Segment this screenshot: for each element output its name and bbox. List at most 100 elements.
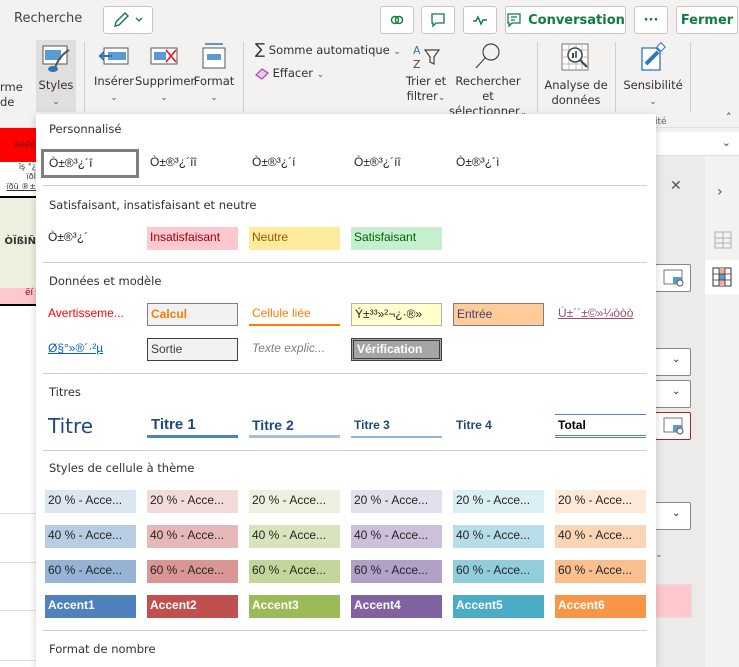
pivot-icon[interactable] xyxy=(713,230,735,252)
style-followed-hyperlink[interactable]: Ú±´´±©»¼òòò xyxy=(555,303,646,326)
style-60-accent3[interactable]: 60 % - Acce... xyxy=(249,560,340,583)
style-output[interactable]: Sortie xyxy=(147,338,238,361)
style-40-accent5[interactable]: 40 % - Acce... xyxy=(453,525,544,548)
style-label: Ò±®³¿´í xyxy=(252,155,296,169)
pane-table-button-selected[interactable] xyxy=(655,412,691,440)
style-accent1[interactable]: Accent1 xyxy=(45,595,136,618)
grid-line xyxy=(0,610,36,611)
pane-dropdown-1[interactable]: ⌄ xyxy=(655,348,691,376)
style-60-accent1[interactable]: 60 % - Acce... xyxy=(45,560,136,583)
activity-button[interactable] xyxy=(463,6,497,34)
style-label: Titre 2 xyxy=(252,417,294,433)
cell-green[interactable]: ÒÏßÌÑ xyxy=(0,198,36,288)
style-input[interactable]: Entrée xyxy=(453,303,544,326)
style-20-accent3[interactable]: 20 % - Acce... xyxy=(249,490,340,513)
style-bad[interactable]: Insatisfaisant xyxy=(147,227,238,250)
style-explanatory[interactable]: Texte explic... xyxy=(249,338,340,361)
style-linked-cell[interactable]: Cellule liée xyxy=(249,303,340,326)
pane-dropdown-2[interactable]: ⌄ xyxy=(655,380,691,408)
style-40-accent3[interactable]: 40 % - Acce... xyxy=(249,525,340,548)
style-heading-4[interactable]: Titre 4 xyxy=(453,414,544,438)
close-button[interactable]: Fermer xyxy=(676,6,738,34)
style-60-accent2[interactable]: 60 % - Acce... xyxy=(147,560,238,583)
chevron-down-icon: ⌄ xyxy=(210,93,218,103)
style-accent3[interactable]: Accent3 xyxy=(249,595,340,618)
conversation-button[interactable]: Conversation xyxy=(505,6,626,34)
format-as-table-partial[interactable]: rme de xyxy=(0,80,36,110)
cell-small-text[interactable]: ïş °¿ ïðÍ ïðü ®± xyxy=(0,162,36,198)
section-title-custom: Personnalisé xyxy=(49,122,122,136)
style-hyperlink[interactable]: Ø§°»®´·²µ xyxy=(45,338,136,361)
sensitivity-label: Sensibilité xyxy=(623,78,683,92)
style-60-accent5[interactable]: 60 % - Acce... xyxy=(453,560,544,583)
chevron-right-icon[interactable]: › xyxy=(717,184,723,200)
style-label: Texte explic... xyxy=(252,341,325,355)
style-title[interactable]: Titre xyxy=(45,412,136,440)
style-check-cell[interactable]: Vérification xyxy=(351,338,442,361)
style-neutral[interactable]: Neutre xyxy=(249,227,340,250)
cell-text: ïðÍ xyxy=(26,172,36,181)
pane-dropdown-3[interactable]: ⌄ xyxy=(655,502,691,530)
style-60-accent6[interactable]: 60 % - Acce... xyxy=(555,560,646,583)
style-40-accent2[interactable]: 40 % - Acce... xyxy=(147,525,238,548)
style-accent4[interactable]: Accent4 xyxy=(351,595,442,618)
format-as-table-label: rme de xyxy=(0,80,23,109)
style-heading-1[interactable]: Titre 1 xyxy=(147,414,238,438)
style-note[interactable]: Ý±³³»²¬¿·®» xyxy=(351,303,442,326)
find-select-button[interactable]: Rechercher et sélectionner⌄ xyxy=(449,42,527,121)
style-custom-2[interactable]: Ò±®³¿´îî xyxy=(147,152,238,175)
style-40-accent6[interactable]: 40 % - Acce... xyxy=(555,525,646,548)
style-custom-4[interactable]: Ò±®³¿´íî xyxy=(351,152,442,175)
style-warning[interactable]: Avertisseme... xyxy=(45,303,136,326)
style-accent2[interactable]: Accent2 xyxy=(147,595,238,618)
pane-table-button[interactable] xyxy=(655,264,691,292)
conditional-format-tab[interactable] xyxy=(705,260,739,294)
cell-styles-button[interactable]: Styles ⌄ xyxy=(36,42,76,110)
style-60-accent4[interactable]: 60 % - Acce... xyxy=(351,560,442,583)
style-20-accent6[interactable]: 20 % - Acce... xyxy=(555,490,646,513)
style-custom-1[interactable]: Ò±®³¿´î xyxy=(41,149,139,178)
style-label: Cellule liée xyxy=(252,306,311,320)
style-total[interactable]: Total xyxy=(555,414,646,438)
expand-formula-bar-icon[interactable]: ⌄ xyxy=(722,136,731,149)
style-20-accent2[interactable]: 20 % - Acce... xyxy=(147,490,238,513)
clear-button[interactable]: Effacer ⌄ xyxy=(255,66,324,83)
pane-color-preview[interactable] xyxy=(655,584,692,618)
style-calculation[interactable]: Calcul xyxy=(147,303,238,326)
cell-text: ÒÏßÌÑ xyxy=(4,236,36,247)
share-link-button[interactable] xyxy=(380,6,414,34)
style-accent6[interactable]: Accent6 xyxy=(555,595,646,618)
analyze-label-line1: Analyse de xyxy=(544,78,608,92)
svg-text:Z: Z xyxy=(413,58,421,70)
insert-button[interactable]: Insérer ⌄ xyxy=(93,42,135,106)
style-40-accent4[interactable]: 40 % - Acce... xyxy=(351,525,442,548)
format-button[interactable]: Format ⌄ xyxy=(193,42,235,106)
collapse-ribbon-button[interactable]: ˄ xyxy=(726,110,732,125)
comment-button[interactable] xyxy=(421,6,455,34)
style-20-accent1[interactable]: 20 % - Acce... xyxy=(45,490,136,513)
close-pane-icon[interactable]: ✕ xyxy=(670,178,682,194)
search-label[interactable]: Recherche xyxy=(14,11,82,26)
style-accent5[interactable]: Accent5 xyxy=(453,595,544,618)
sensitivity-button[interactable]: Sensibilité ⌄ xyxy=(622,42,684,110)
style-good[interactable]: Satisfaisant xyxy=(351,227,442,250)
style-normal[interactable]: Ò±®³¿´ xyxy=(45,227,136,250)
more-options-button[interactable]: ··· xyxy=(634,6,668,34)
style-20-accent4[interactable]: 20 % - Acce... xyxy=(351,490,442,513)
insert-cells-icon xyxy=(98,47,129,65)
style-custom-5[interactable]: Ò±®³¿´ì xyxy=(453,152,544,175)
style-40-accent1[interactable]: 40 % - Acce... xyxy=(45,525,136,548)
cell-pink[interactable]: ëí xyxy=(0,288,36,306)
cell-red[interactable]: éééè xyxy=(0,128,36,162)
style-20-accent5[interactable]: 20 % - Acce... xyxy=(453,490,544,513)
chevron-down-icon[interactable]: ⌄ xyxy=(655,550,663,560)
style-heading-3[interactable]: Titre 3 xyxy=(351,414,442,438)
style-heading-2[interactable]: Titre 2 xyxy=(249,414,340,438)
autosum-button[interactable]: ∑ Somme automatique ⌄ xyxy=(255,42,401,60)
format-cells-icon xyxy=(202,43,226,69)
style-custom-3[interactable]: Ò±®³¿´í xyxy=(249,152,340,175)
editing-mode-button[interactable] xyxy=(103,6,153,34)
delete-button[interactable]: Supprimer ⌄ xyxy=(135,42,195,106)
sort-filter-button[interactable]: AZ Trier et filtrer⌄ xyxy=(404,42,448,106)
analyze-data-button[interactable]: Analyse de données xyxy=(543,42,609,108)
